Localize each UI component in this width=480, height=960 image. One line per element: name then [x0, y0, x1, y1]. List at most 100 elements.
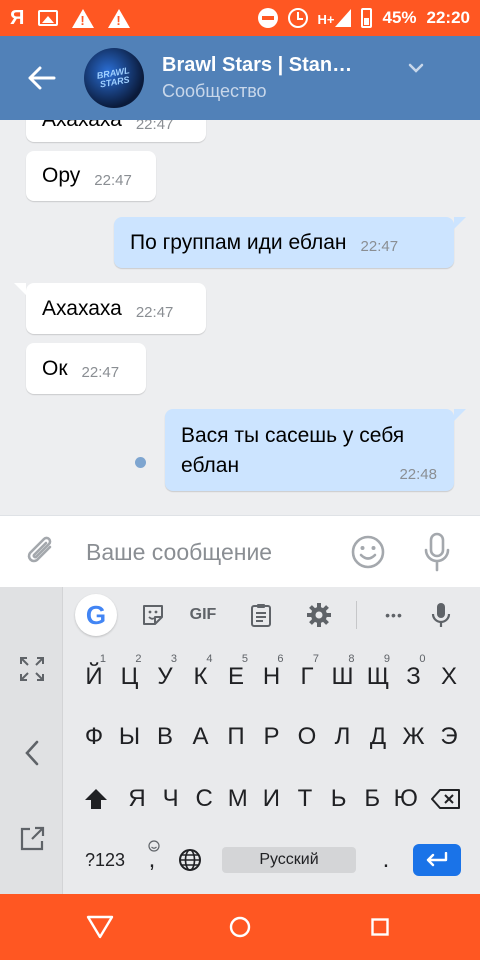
key-label: Х — [440, 663, 457, 690]
key-Л[interactable]: Л — [325, 707, 361, 767]
key-Д[interactable]: Д — [360, 707, 396, 767]
network-type: H+ — [317, 12, 335, 27]
key-Ю[interactable]: Ю — [388, 769, 424, 829]
key-hint-number: 7 — [312, 653, 319, 665]
message-time: 22:47 — [135, 304, 174, 321]
message-text: Ахахаха — [42, 120, 122, 132]
key-label: Щ — [366, 663, 390, 690]
message-time: 22:47 — [81, 364, 120, 381]
message-time: 22:47 — [94, 171, 132, 189]
key-Е[interactable]: Е5 — [218, 647, 254, 707]
key-Ш[interactable]: Ш8 — [325, 647, 361, 707]
voice-input-button[interactable] — [419, 591, 463, 639]
message-input[interactable] — [86, 534, 326, 570]
key-Ж[interactable]: Ж — [396, 707, 432, 767]
key-П[interactable]: П — [218, 707, 254, 767]
floating-keyboard-button[interactable] — [0, 809, 63, 869]
warning-icon — [108, 8, 131, 28]
enter-icon — [426, 852, 448, 867]
space-key[interactable]: Русский — [222, 847, 356, 873]
google-button[interactable]: G — [75, 594, 117, 636]
attach-button[interactable] — [24, 533, 58, 576]
on-screen-keyboard: G GIF ••• Й 1 Ц 2 У 3 К 4 Е 5 Н 6 Г 7 Ш … — [0, 587, 480, 894]
chat-header: BRAWL STARS Brawl Stars | Stan… Сообщест… — [0, 36, 480, 120]
clipboard-button[interactable] — [239, 591, 283, 639]
key-label: Й — [85, 663, 103, 690]
header-title-block[interactable]: Brawl Stars | Stan… Сообщество — [162, 54, 402, 102]
key-Х[interactable]: Х — [431, 647, 467, 707]
triangle-back-icon — [86, 915, 114, 939]
message-outgoing[interactable]: Вася ты сасешь у себя еблан 22:48 — [165, 409, 466, 491]
voice-message-button[interactable] — [422, 530, 452, 579]
key-hint-number: 2 — [135, 653, 142, 665]
status-bar: Я H+ 45% 22:20 — [0, 0, 480, 36]
nav-home-button[interactable] — [220, 907, 260, 947]
symbols-key[interactable]: ?123 — [80, 830, 130, 890]
enter-key[interactable] — [413, 844, 461, 876]
key-Щ[interactable]: Щ9 — [360, 647, 396, 707]
expand-icon — [19, 657, 44, 681]
fullscreen-button[interactable] — [0, 639, 63, 699]
key-Р[interactable]: Р — [254, 707, 290, 767]
comma-key[interactable]: , — [134, 830, 170, 890]
key-Й[interactable]: Й1 — [76, 647, 112, 707]
sticker-button[interactable] — [131, 591, 175, 639]
message-time: 22:48 — [399, 466, 437, 483]
nav-recents-button[interactable] — [360, 907, 400, 947]
chevron-down-icon — [408, 63, 424, 73]
key-Ы[interactable]: Ы — [112, 707, 148, 767]
key-К[interactable]: К4 — [183, 647, 219, 707]
key-Ч[interactable]: Ч — [153, 769, 189, 829]
key-О[interactable]: О — [289, 707, 325, 767]
key-А[interactable]: А — [183, 707, 219, 767]
key-З[interactable]: З0 — [396, 647, 432, 707]
yandex-icon: Я — [10, 6, 25, 29]
key-Н[interactable]: Н6 — [254, 647, 290, 707]
message-list[interactable]: Ахахаха 22:47 Ору 22:47 По группам иди е… — [0, 120, 480, 515]
arrow-left-icon — [28, 66, 56, 90]
key-Т[interactable]: Т — [287, 769, 323, 829]
shift-key[interactable] — [78, 769, 114, 829]
header-menu-toggle[interactable] — [408, 60, 424, 78]
backspace-key[interactable] — [426, 769, 466, 829]
key-В[interactable]: В — [147, 707, 183, 767]
nav-back-button[interactable] — [80, 907, 120, 947]
message-incoming[interactable]: Ахахаха 22:47 — [26, 120, 206, 142]
message-outgoing[interactable]: По группам иди еблан 22:47 — [114, 217, 466, 268]
emoji-button[interactable] — [350, 534, 386, 575]
message-incoming[interactable]: Ору 22:47 — [26, 151, 156, 201]
smiley-icon — [351, 535, 385, 569]
key-И[interactable]: И — [253, 769, 289, 829]
message-text: Ору — [42, 164, 81, 187]
key-Я[interactable]: Я — [119, 769, 155, 829]
key-С[interactable]: С — [186, 769, 222, 829]
keyboard-settings-button[interactable] — [297, 591, 341, 639]
key-Б[interactable]: Б — [354, 769, 390, 829]
language-key[interactable] — [172, 830, 208, 890]
key-hint-number: 1 — [99, 653, 106, 665]
key-Ь[interactable]: Ь — [321, 769, 357, 829]
key-Ф[interactable]: Ф — [76, 707, 112, 767]
message-incoming[interactable]: Ахахаха 22:47 — [14, 283, 206, 334]
period-key[interactable]: . — [368, 830, 404, 890]
key-label: Ш — [331, 663, 354, 690]
key-Э[interactable]: Э — [431, 707, 467, 767]
community-avatar[interactable]: BRAWL STARS — [84, 48, 144, 108]
key-Ц[interactable]: Ц2 — [112, 647, 148, 707]
gif-button[interactable]: GIF — [181, 591, 225, 639]
signal-icon: H+ — [318, 9, 352, 27]
page-subtitle: Сообщество — [162, 81, 267, 101]
message-incoming[interactable]: Ок 22:47 — [26, 343, 146, 394]
key-Г[interactable]: Г7 — [289, 647, 325, 707]
key-М[interactable]: М — [220, 769, 256, 829]
compose-bar — [0, 515, 480, 587]
collapse-panel-button[interactable] — [0, 723, 63, 783]
back-button[interactable] — [0, 36, 84, 120]
alarm-icon — [287, 8, 308, 28]
key-label: Е — [227, 663, 244, 690]
more-button[interactable]: ••• — [371, 591, 417, 639]
square-recents-icon — [371, 918, 389, 936]
key-У[interactable]: У3 — [147, 647, 183, 707]
key-hint-number: 0 — [419, 653, 426, 665]
microphone-icon — [424, 532, 450, 572]
